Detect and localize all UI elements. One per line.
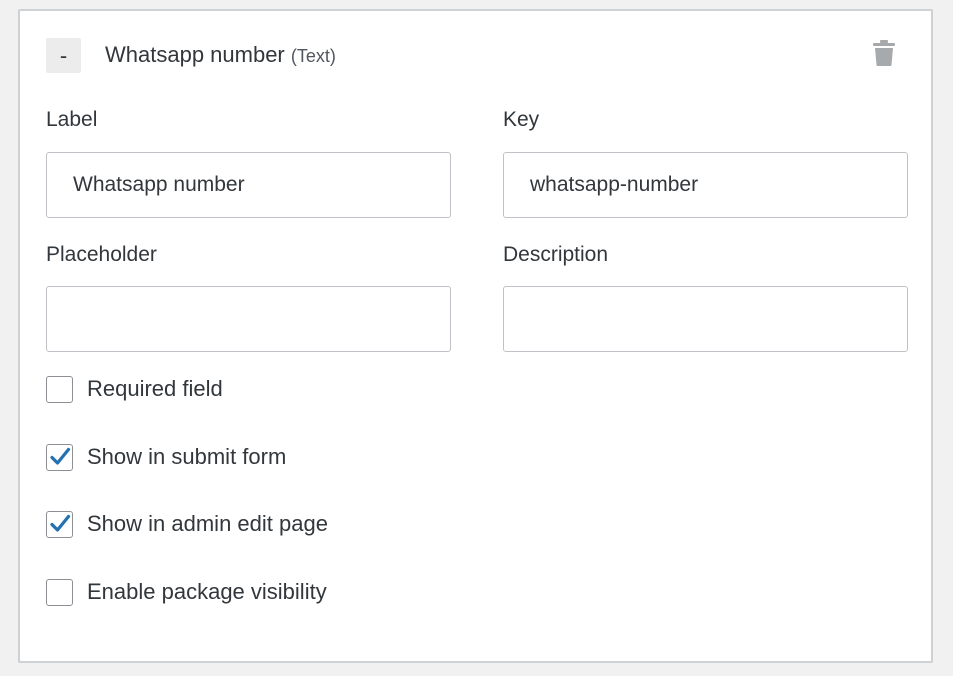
option-show-in-admin-edit-page[interactable]: Show in admin edit page [46,510,328,538]
submit-form-checkbox[interactable] [46,443,73,471]
checkmark-icon [50,514,71,532]
label-field-label: Label [46,108,98,131]
field-type: (Text) [290,46,336,66]
option-enable-package-visibility[interactable]: Enable package visibility [46,578,327,606]
placeholder-field-label: Placeholder [46,243,157,266]
package-visibility-checkbox[interactable] [46,578,73,606]
collapse-button[interactable]: - [46,38,81,73]
key-field-label: Key [503,108,540,131]
option-show-in-submit-form[interactable]: Show in submit form [46,443,286,471]
description-input[interactable] [503,286,908,352]
option-label: Required field [87,376,223,401]
placeholder-input[interactable] [46,286,451,352]
required-checkbox[interactable] [46,375,73,403]
option-required-field[interactable]: Required field [46,375,223,403]
trash-icon[interactable] [873,40,895,66]
description-field-label: Description [503,243,609,266]
option-label: Show in admin edit page [87,511,328,536]
option-label: Show in submit form [87,444,287,469]
custom-field-panel: - Whatsapp number (Text) Label Key Place… [18,9,933,663]
admin-edit-checkbox[interactable] [46,510,73,538]
field-header: - Whatsapp number (Text) [46,38,905,74]
field-title: Whatsapp number (Text) [105,41,336,70]
field-name: Whatsapp number [105,42,285,67]
key-input[interactable] [503,152,908,218]
option-label: Enable package visibility [87,579,327,604]
label-input[interactable] [46,152,451,218]
checkmark-icon [50,447,71,465]
